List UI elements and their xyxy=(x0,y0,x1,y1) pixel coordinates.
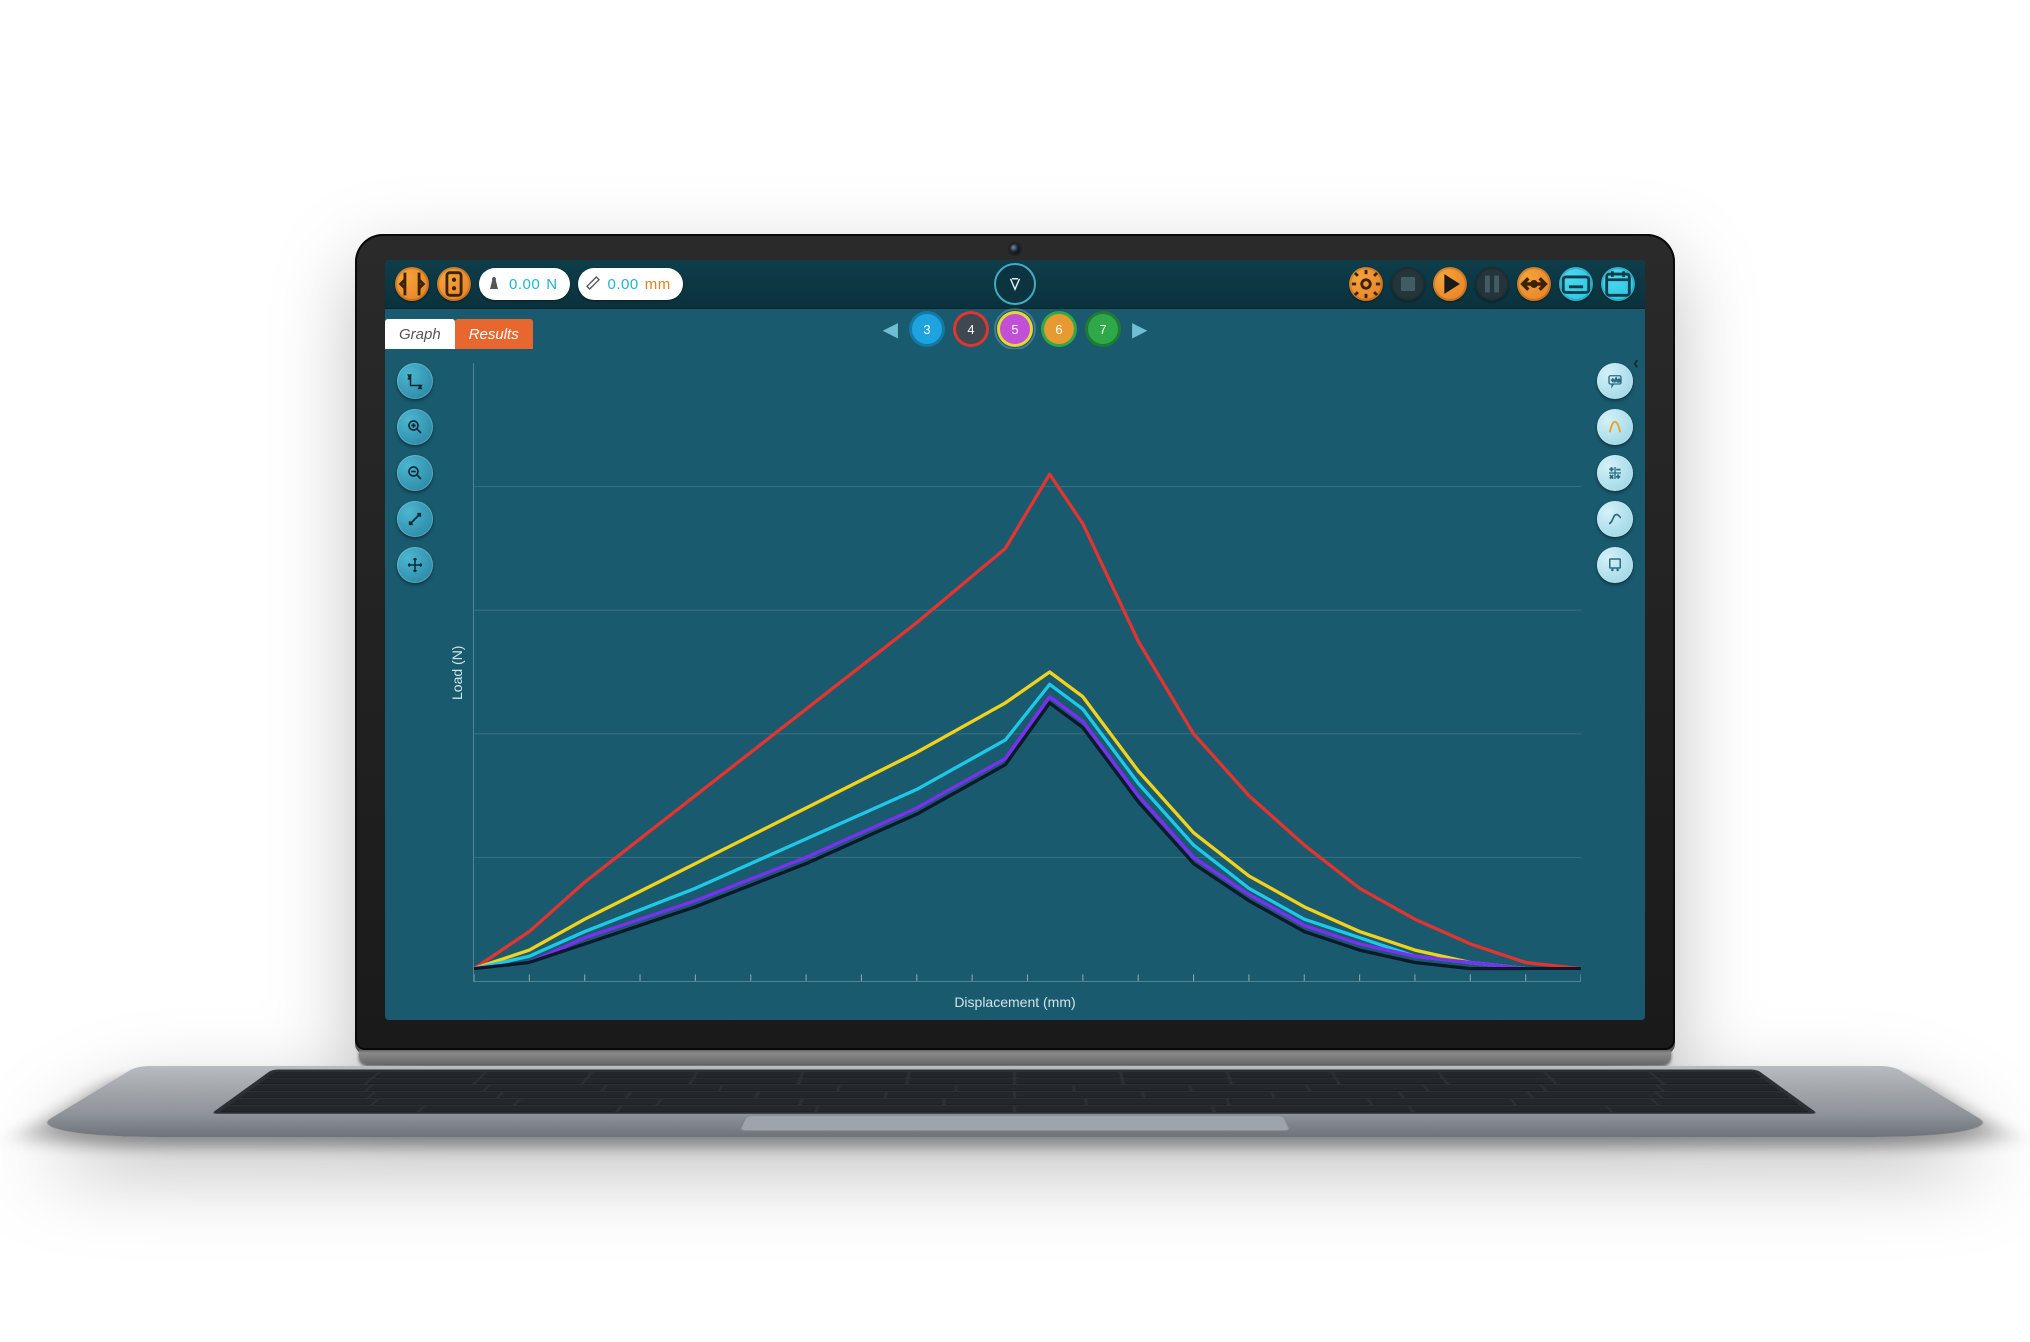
toolbar-right-group xyxy=(1349,267,1635,301)
disp-value: 0.00 xyxy=(608,276,639,293)
svg-text:y: y xyxy=(408,374,411,380)
svg-text:÷: ÷ xyxy=(1617,475,1621,481)
home-button[interactable] xyxy=(395,267,429,301)
plot-wrap: Load (N) Displacement (mm) xyxy=(437,359,1593,1012)
save-button[interactable] xyxy=(1601,267,1635,301)
return-home-button[interactable] xyxy=(1517,267,1551,301)
svg-text:×: × xyxy=(1610,475,1614,481)
collapse-right-panel-icon[interactable]: ‹ xyxy=(1633,353,1639,374)
weight-icon xyxy=(485,275,503,294)
displacement-readout: 0.00 mm xyxy=(578,268,683,300)
ruler-icon xyxy=(584,275,602,294)
webcam-dot xyxy=(1010,244,1020,254)
app-screen: 0.00 N 0.00 mm xyxy=(385,260,1645,1020)
disp-unit: mm xyxy=(645,276,671,293)
sample-chips: 34567 xyxy=(912,314,1118,344)
annotation-button[interactable]: +Aa xyxy=(1597,363,1633,399)
svg-text:+: + xyxy=(1610,468,1614,474)
top-toolbar: 0.00 N 0.00 mm xyxy=(385,260,1645,309)
screen-bezel: 0.00 N 0.00 mm xyxy=(355,234,1675,1050)
svg-text:+Aa: +Aa xyxy=(1611,378,1621,384)
main-content: ‹ yx xyxy=(385,349,1645,1020)
load-unit: N xyxy=(546,276,557,293)
tab-results[interactable]: Results xyxy=(455,319,533,349)
load-readout: 0.00 N xyxy=(479,268,570,300)
y-axis-label: Load (N) xyxy=(445,359,469,986)
axes-button[interactable]: yx xyxy=(397,363,433,399)
zoom-out-button[interactable] xyxy=(397,455,433,491)
play-button[interactable] xyxy=(1433,267,1467,301)
sample-chip-5[interactable]: 5 xyxy=(1000,314,1030,344)
svg-text:−: − xyxy=(1617,468,1621,474)
sample-chip-7[interactable]: 7 xyxy=(1088,314,1118,344)
x-axis-label: Displacement (mm) xyxy=(445,986,1585,1012)
zoom-in-button[interactable] xyxy=(397,409,433,445)
right-analysis-tools: +Aa +−×÷ xyxy=(1593,359,1637,1012)
sample-chip-6[interactable]: 6 xyxy=(1044,314,1074,344)
plot-area[interactable] xyxy=(473,363,1581,982)
sample-chip-4[interactable]: 4 xyxy=(956,314,986,344)
keyboard-button[interactable] xyxy=(1559,267,1593,301)
sample-prev-arrow[interactable]: ◀ xyxy=(879,313,902,346)
view-tabs: Graph Results xyxy=(385,309,533,349)
sample-chip-3[interactable]: 3 xyxy=(912,314,942,344)
tab-graph[interactable]: Graph xyxy=(385,319,455,349)
pan-button[interactable] xyxy=(397,547,433,583)
app-logo xyxy=(994,263,1036,305)
laptop-base xyxy=(355,1050,1675,1108)
stop-button[interactable] xyxy=(1391,267,1425,301)
svg-text:x: x xyxy=(419,385,422,391)
left-graph-tools: yx xyxy=(393,359,437,1012)
fit-button[interactable] xyxy=(397,501,433,537)
sample-selector-bar: Graph Results ◀ 34567 ▶ xyxy=(385,309,1645,349)
sample-next-arrow[interactable]: ▶ xyxy=(1128,313,1151,346)
plot-body: Load (N) xyxy=(445,359,1585,986)
controller-button[interactable] xyxy=(437,267,471,301)
pause-button[interactable] xyxy=(1475,267,1509,301)
load-value: 0.00 xyxy=(509,276,540,293)
peak-analysis-button[interactable] xyxy=(1597,409,1633,445)
curve-tool-button[interactable] xyxy=(1597,501,1633,537)
toolbar-left-group: 0.00 N 0.00 mm xyxy=(395,267,683,301)
cycle-markers-button[interactable] xyxy=(1597,547,1633,583)
math-button[interactable]: +−×÷ xyxy=(1597,455,1633,491)
laptop-frame: 0.00 N 0.00 mm xyxy=(355,234,1675,1108)
settings-button[interactable] xyxy=(1349,267,1383,301)
